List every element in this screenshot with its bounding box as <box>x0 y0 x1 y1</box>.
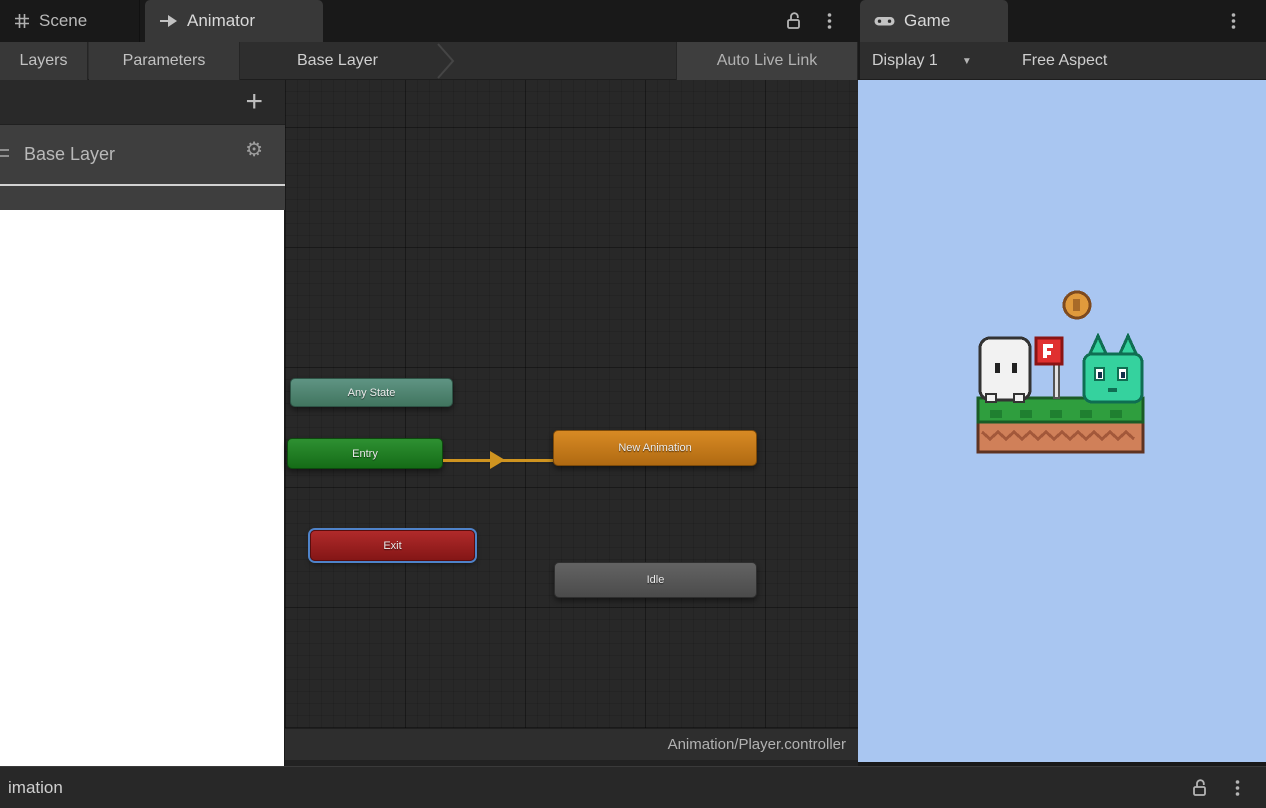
transition-arrowhead-icon[interactable] <box>490 451 505 469</box>
aspect-dropdown-label: Free Aspect <box>1022 52 1108 69</box>
unlock-icon[interactable] <box>1190 778 1208 797</box>
layers-panel: + Base Layer ⚙ <box>0 80 285 766</box>
parameters-button-label: Parameters <box>122 52 206 69</box>
layer-underline <box>0 184 285 186</box>
layers-panel-header: + <box>0 80 285 125</box>
unlock-icon[interactable] <box>784 11 802 30</box>
drag-handle-icon[interactable] <box>0 149 9 161</box>
layer-item-base-layer[interactable]: Base Layer ⚙ <box>0 125 285 210</box>
clipped-animation-tab[interactable]: imation <box>8 767 63 808</box>
display-dropdown[interactable]: Display 1 ▼ <box>872 42 972 80</box>
state-node-exit-selected[interactable]: Exit <box>310 530 475 561</box>
state-node-new-animation[interactable]: New Animation <box>553 430 757 466</box>
aspect-dropdown[interactable]: Free Aspect <box>1022 42 1107 80</box>
state-node-label: Idle <box>646 574 665 586</box>
layer-row[interactable]: Base Layer ⚙ <box>0 125 285 184</box>
chevron-down-icon: ▼ <box>961 55 972 67</box>
state-node-idle[interactable]: Idle <box>554 562 757 598</box>
unity-editor-window: Scene Animator Game Layers Parameters Ba… <box>0 0 1266 808</box>
gamepad-icon <box>874 15 895 27</box>
state-node-label: Exit <box>383 539 402 552</box>
tab-animator-label: Animator <box>187 11 256 30</box>
tab-game[interactable]: Game <box>860 0 1008 42</box>
animator-graph-panel: Any State Entry New Animation Exit Idle … <box>285 80 858 766</box>
parameters-button[interactable]: Parameters <box>89 42 240 80</box>
bottom-dock-bar: imation <box>0 766 1266 808</box>
grass-platform-sprite <box>976 396 1145 454</box>
layers-button-label: Layers <box>19 52 68 69</box>
scene-grid-icon <box>14 13 30 29</box>
goal-flag-sprite <box>1034 336 1064 399</box>
tab-scene-label: Scene <box>39 11 88 30</box>
controller-path-bar: Animation/Player.controller <box>285 728 858 760</box>
state-node-label: Entry <box>352 447 378 460</box>
auto-live-link-label: Auto Live Link <box>716 52 818 69</box>
tab-game-label: Game <box>904 11 951 30</box>
auto-live-link-button[interactable]: Auto Live Link <box>676 42 858 80</box>
state-node-any-state[interactable]: Any State <box>290 378 453 407</box>
toolbar: Layers Parameters Base Layer Auto Live L… <box>0 42 1266 80</box>
controller-path-label: Animation/Player.controller <box>667 736 846 753</box>
panel-menu-icon[interactable] <box>820 12 838 30</box>
game-render <box>976 290 1145 454</box>
graph-canvas[interactable]: Any State Entry New Animation Exit Idle <box>285 80 858 728</box>
green-creature-sprite <box>1082 332 1144 404</box>
animator-icon <box>159 14 178 28</box>
state-node-entry[interactable]: Entry <box>287 438 443 469</box>
game-viewport[interactable] <box>858 80 1266 766</box>
coin-sprite <box>1062 290 1092 320</box>
state-node-label: New Animation <box>618 442 692 454</box>
layers-button[interactable]: Layers <box>0 42 88 80</box>
add-layer-button[interactable]: + <box>245 82 263 122</box>
tab-scene[interactable]: Scene <box>0 0 140 42</box>
breadcrumb[interactable]: Base Layer <box>285 42 378 80</box>
game-panel-menu-icon[interactable] <box>1224 12 1242 30</box>
panel-menu-icon[interactable] <box>1228 779 1246 797</box>
layer-name-label: Base Layer <box>24 144 116 164</box>
display-dropdown-label: Display 1 <box>872 52 938 69</box>
clipped-animation-tab-label: imation <box>8 778 63 797</box>
breadcrumb-label: Base Layer <box>297 52 378 69</box>
breadcrumb-chevron-icon <box>437 43 455 79</box>
gear-icon[interactable]: ⚙ <box>245 140 263 160</box>
toolbar-divider <box>858 42 860 80</box>
top-tab-bar: Scene Animator Game <box>0 0 1266 42</box>
state-node-label: Any State <box>347 386 396 399</box>
tab-animator[interactable]: Animator <box>145 0 323 42</box>
player-character-sprite <box>978 336 1032 403</box>
